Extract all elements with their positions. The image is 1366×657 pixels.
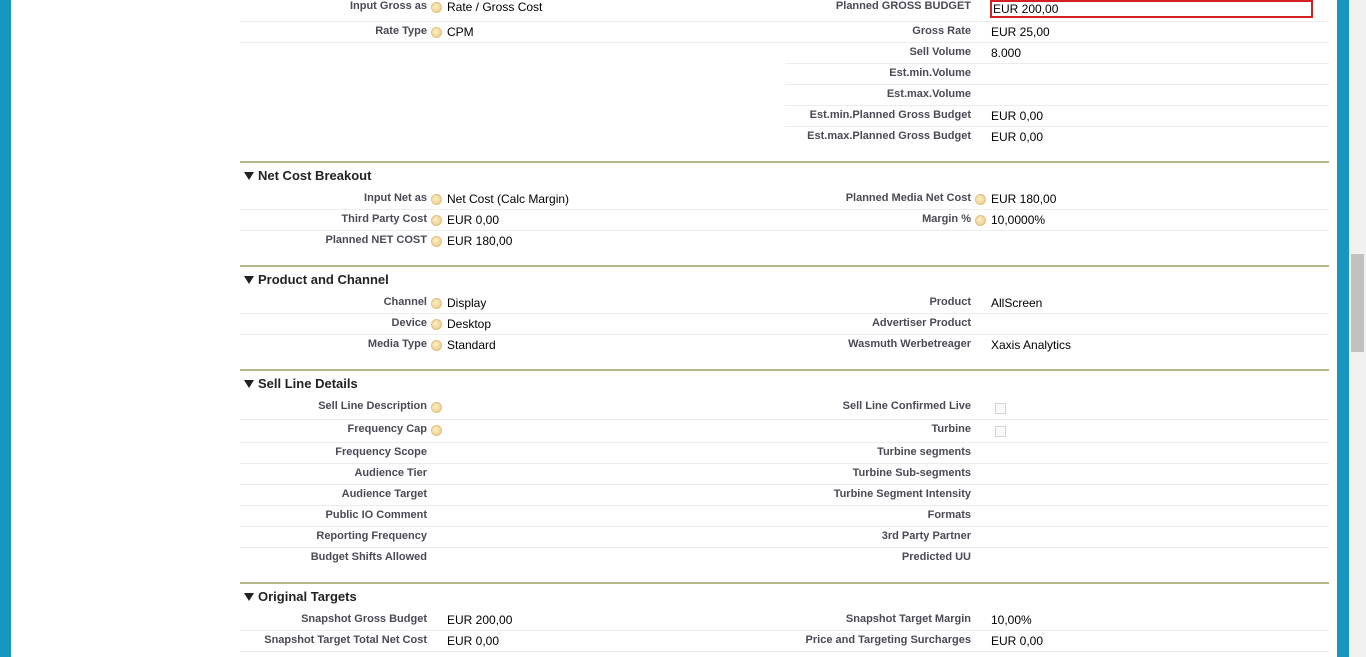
confirmed-live-label: Sell Line Confirmed Live [842,400,971,412]
row-divider [785,63,1329,64]
predicted-uu-label: Predicted UU [901,551,971,563]
section-title-net-cost[interactable]: Net Cost Breakout [258,168,371,183]
row-divider [785,126,1329,127]
row-divider [240,209,1329,210]
help-icon[interactable] [975,194,986,205]
gross-rate-label: Gross Rate [912,25,971,37]
surcharges-value: EUR 0,00 [991,634,1044,648]
est-min-budget-label: Est.min.Planned Gross Budget [809,109,971,121]
turbine-intensity-label: Turbine Segment Intensity [833,488,971,500]
section-title-product-channel[interactable]: Product and Channel [258,272,389,287]
row-divider [240,334,1329,335]
triangle-down-icon[interactable] [244,593,254,601]
section-rule [240,265,1329,267]
sell-volume-label: Sell Volume [909,46,971,58]
est-min-volume-label: Est.min.Volume [889,67,971,79]
surcharges-label: Price and Targeting Surcharges [805,634,971,646]
planned-media-net-cost-value: EUR 180,00 [991,192,1057,206]
snapshot-target-margin-label: Snapshot Target Margin [845,613,971,625]
row-divider [240,463,1329,464]
est-min-budget-value: EUR 0,00 [991,109,1044,123]
product-value: AllScreen [991,296,1043,310]
section-rule [240,369,1329,371]
row-divider [240,484,1329,485]
row-divider [240,630,1329,631]
est-max-volume-label: Est.max.Volume [886,88,971,100]
section-title-original-targets[interactable]: Original Targets [258,589,357,604]
margin-label: Margin % [922,213,971,225]
product-label: Product [929,296,971,308]
scrollbar-thumb[interactable] [1351,254,1364,352]
wasmuth-value: Xaxis Analytics [991,338,1072,352]
est-max-budget-label: Est.max.Planned Gross Budget [807,130,971,142]
detail-page: Input Gross as Rate / Gross Cost Planned… [11,0,1337,657]
third-party-partner-label: 3rd Party Partner [881,530,971,542]
turbine-sub-segments-label: Turbine Sub-segments [852,467,971,479]
row-divider [785,84,1329,85]
row-divider [240,230,1329,231]
row-divider [785,105,1329,106]
planned-media-net-cost-label: Planned Media Net Cost [845,192,971,204]
row-divider [240,313,1329,314]
gross-rate-value: EUR 25,00 [991,25,1050,39]
planned-gross-budget-label: Planned GROSS BUDGET [835,0,971,12]
planned-gross-budget-field[interactable]: EUR 200,00 [990,0,1313,18]
triangle-down-icon[interactable] [244,172,254,180]
planned-net-cost-label: Planned NET COST [325,234,427,246]
turbine-segments-label: Turbine segments [877,446,971,458]
row-divider [240,651,1329,652]
confirmed-live-checkbox[interactable] [995,403,1006,414]
frame-edge [1337,0,1349,657]
section-title-sell-line[interactable]: Sell Line Details [258,376,358,391]
row-divider [240,42,1329,43]
wasmuth-label: Wasmuth Werbetreager [848,338,971,350]
margin-value: 10,0000% [991,213,1046,227]
advertiser-product-label: Advertiser Product [871,317,971,329]
turbine-label: Turbine [931,423,971,435]
row-divider [240,442,1329,443]
sell-volume-value: 8.000 [991,46,1022,60]
triangle-down-icon[interactable] [244,276,254,284]
turbine-checkbox[interactable] [995,426,1006,437]
planned-net-cost-value: EUR 180,00 [447,234,513,248]
formats-label: Formats [927,509,971,521]
snapshot-target-margin-value: 10,00% [991,613,1032,627]
section-rule [240,582,1329,584]
triangle-down-icon[interactable] [244,380,254,388]
est-max-budget-value: EUR 0,00 [991,130,1044,144]
help-icon[interactable] [975,215,986,226]
section-rule [240,161,1329,163]
row-divider [240,526,1329,527]
help-icon[interactable] [431,236,442,247]
row-divider [240,505,1329,506]
row-divider [240,547,1329,548]
row-divider [240,21,1329,22]
planned-gross-budget-value: EUR 200,00 [993,2,1059,16]
row-divider [240,419,1329,420]
